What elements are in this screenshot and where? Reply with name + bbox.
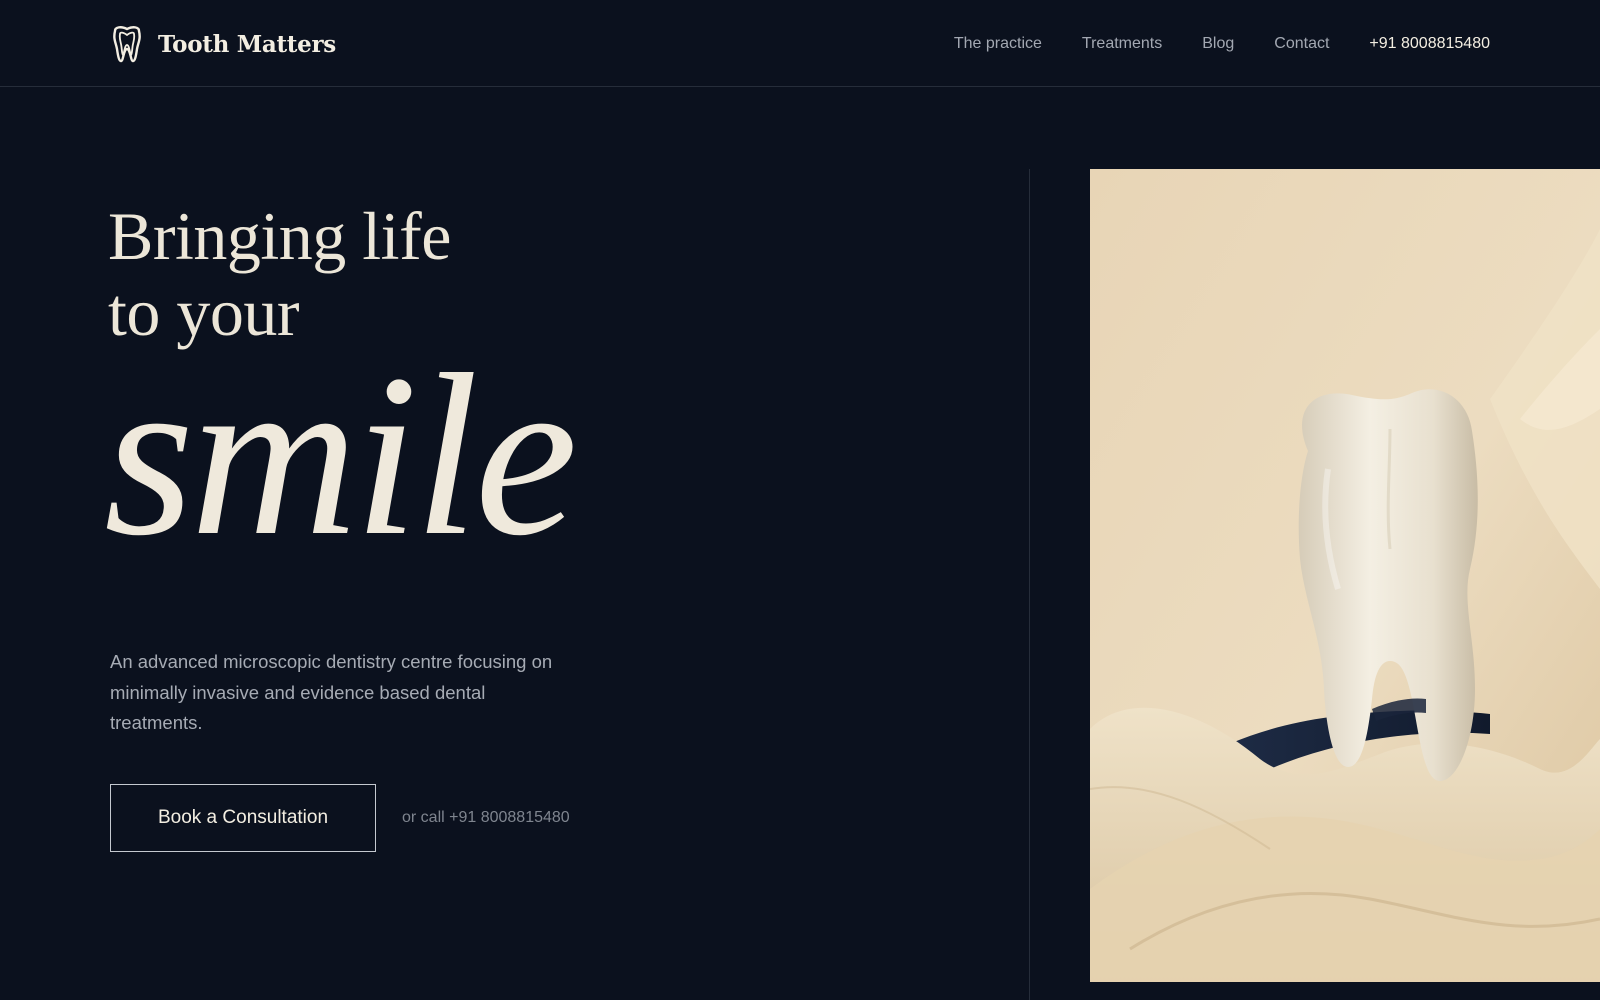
- brand-logo-link[interactable]: Tooth Matters: [110, 25, 336, 63]
- main-nav: The practice Treatments Blog Contact +91…: [914, 0, 1490, 87]
- cta-row: Book a Consultation or call +91 80088154…: [110, 784, 570, 852]
- hero-script-word: smile: [104, 327, 578, 584]
- site-header: Tooth Matters The practice Treatments Bl…: [0, 0, 1600, 87]
- hero-image: [1090, 169, 1600, 982]
- hero-title-line-1: Bringing life: [108, 198, 451, 274]
- nav-link-the-practice[interactable]: The practice: [954, 35, 1042, 53]
- brand-name: Tooth Matters: [158, 30, 336, 58]
- tooth-photo-illustration: [1090, 169, 1600, 982]
- nav-link-blog[interactable]: Blog: [1202, 35, 1234, 53]
- call-text: or call +91 8008815480: [402, 809, 570, 826]
- tooth-logo-icon: [113, 26, 141, 63]
- nav-phone-link[interactable]: +91 8008815480: [1369, 35, 1490, 53]
- vertical-divider: [1029, 169, 1030, 1000]
- nav-link-contact[interactable]: Contact: [1274, 35, 1329, 53]
- book-consultation-button[interactable]: Book a Consultation: [110, 784, 376, 852]
- hero-description: An advanced microscopic dentistry centre…: [110, 651, 553, 733]
- nav-link-treatments[interactable]: Treatments: [1082, 35, 1162, 53]
